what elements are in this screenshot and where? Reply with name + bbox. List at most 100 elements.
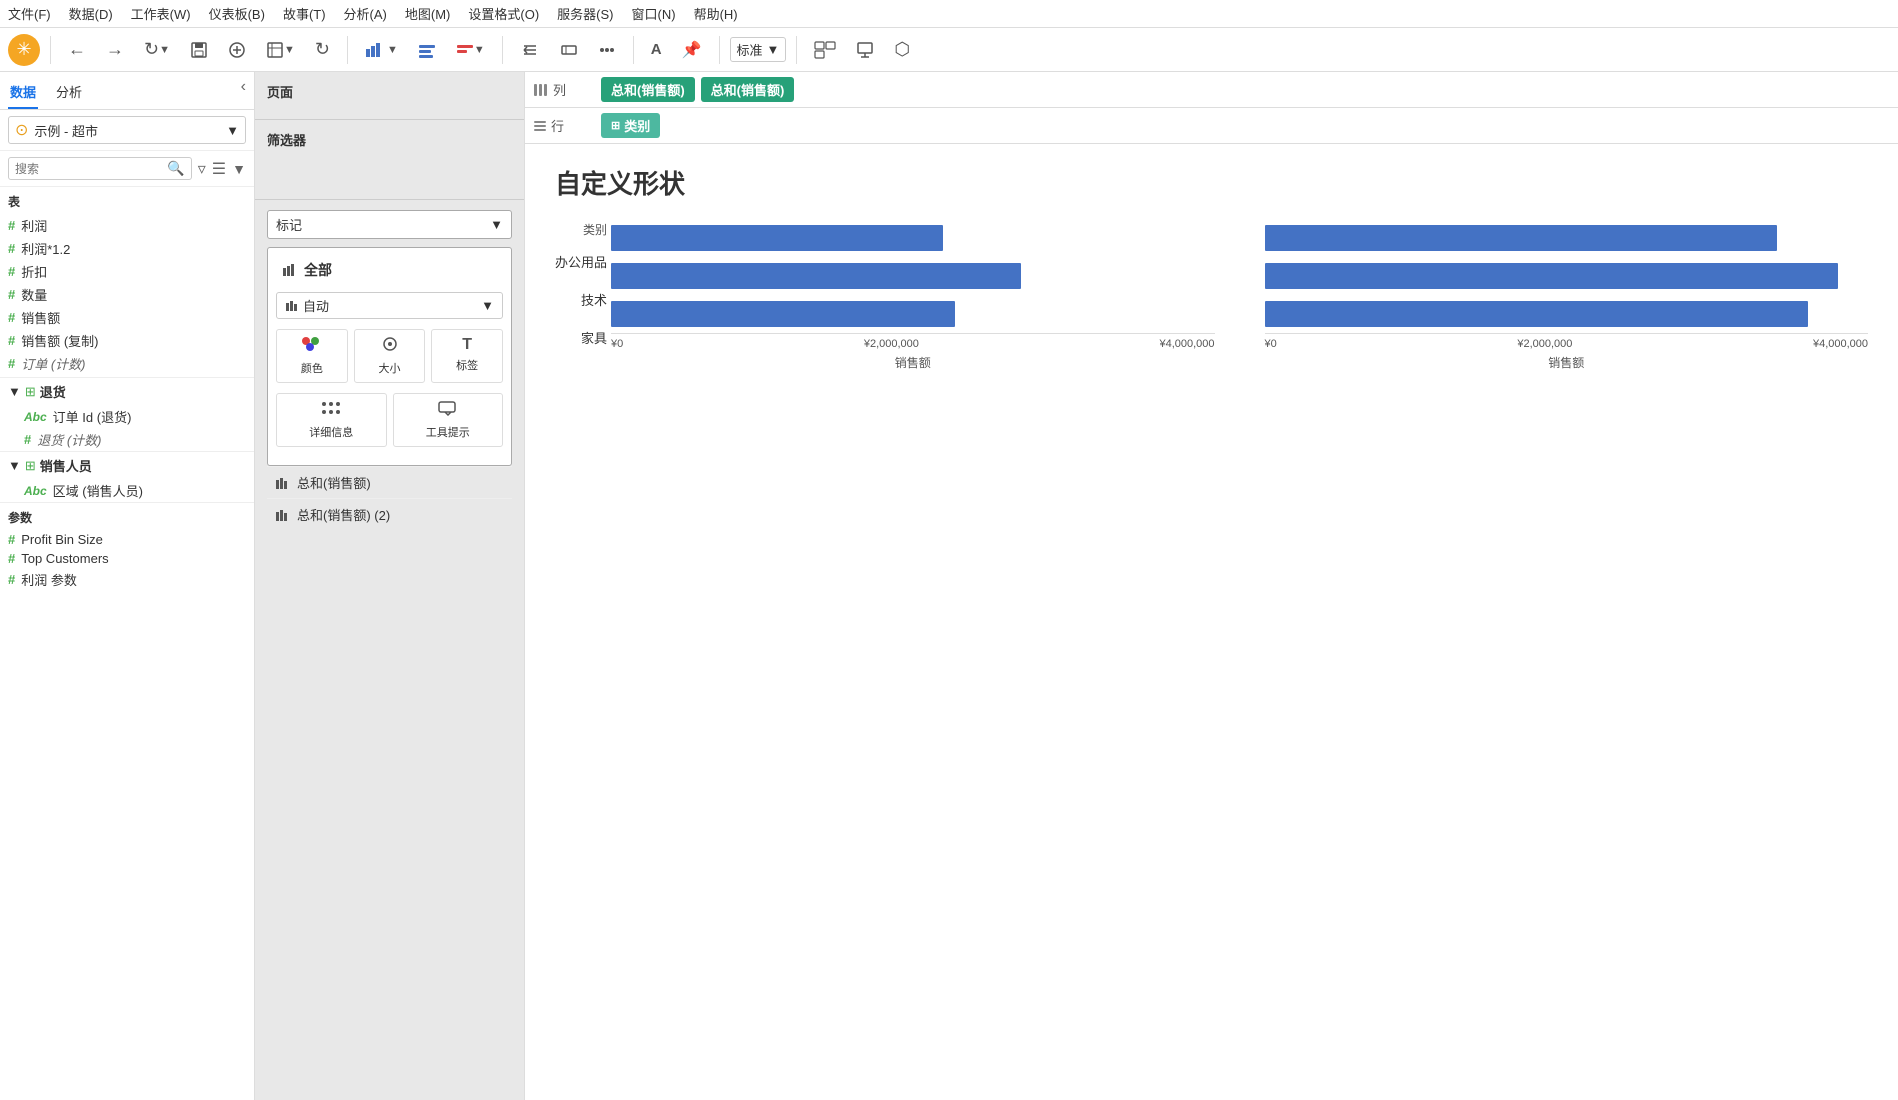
row-icon: [533, 119, 547, 133]
field-label: 折扣: [21, 262, 47, 281]
field-label: 利润: [21, 216, 47, 235]
search-box[interactable]: 🔍: [8, 157, 192, 180]
param-top-customers[interactable]: # Top Customers: [0, 549, 254, 568]
field-type-icon: #: [8, 572, 15, 587]
left-bars: [611, 221, 1215, 333]
group-salespeople: ▼ ⊞ 销售人员 Abc 区域 (销售人员): [0, 451, 254, 502]
marks-buttons-row2: 详细信息 工具提示: [276, 393, 503, 447]
mark-detail-button[interactable]: 详细信息: [276, 393, 387, 447]
sum-bar-icon-2: [275, 507, 291, 523]
refresh-button[interactable]: ↻: [308, 35, 337, 64]
menu-dashboard[interactable]: 仪表板(B): [209, 4, 265, 23]
sheet-button[interactable]: ▼: [259, 37, 302, 63]
mark-color-button[interactable]: 颜色: [276, 329, 348, 383]
left-chart: ¥0 ¥2,000,000 ¥4,000,000 销售额: [611, 221, 1215, 371]
swap-button[interactable]: [513, 37, 547, 63]
marks-buttons-row1: 颜色 大小 T 标签: [276, 329, 503, 383]
field-item-discount[interactable]: # 折扣: [0, 260, 254, 283]
share-button[interactable]: ⬡: [887, 35, 917, 64]
mark-tooltip-button[interactable]: 工具提示: [393, 393, 504, 447]
field-item-sales-copy[interactable]: # 销售额 (复制): [0, 329, 254, 352]
field-item-sales[interactable]: # 销售额: [0, 306, 254, 329]
chart-type2-button[interactable]: ▼: [449, 37, 492, 63]
sum-row-1[interactable]: 总和(销售额): [267, 466, 512, 498]
left-bar-office: [611, 221, 1215, 255]
view-button[interactable]: [807, 37, 843, 63]
right-bar-tech: [1265, 259, 1869, 293]
menu-worksheet[interactable]: 工作表(W): [131, 4, 191, 23]
toolbar-sep-4: [633, 36, 634, 64]
mark-label-button[interactable]: T 标签: [431, 329, 503, 383]
presentation-button[interactable]: [849, 37, 881, 63]
cat-label-furniture: 家具: [555, 320, 607, 354]
pin-button[interactable]: 📌: [675, 36, 709, 64]
menu-format[interactable]: 设置格式(O): [468, 4, 539, 23]
col-pill-1[interactable]: 总和(销售额): [601, 77, 695, 102]
group-returns-header[interactable]: ▼ ⊞ 退货: [0, 378, 254, 405]
right-panel: 列 总和(销售额) 总和(销售额) 行: [525, 72, 1898, 1100]
group-label: 销售人员: [40, 456, 92, 475]
menu-server[interactable]: 服务器(S): [557, 4, 613, 23]
tab-analysis[interactable]: 分析: [54, 78, 84, 109]
standard-dropdown[interactable]: 标准 ▼: [730, 37, 787, 62]
list-view-icon[interactable]: ☰: [212, 159, 226, 179]
undo-button[interactable]: ↻▼: [137, 35, 177, 64]
sum-row-2[interactable]: 总和(销售额) (2): [267, 498, 512, 530]
logo-icon: ✳: [16, 39, 31, 60]
field-label: 订单 (计数): [21, 354, 85, 373]
group-salespeople-header[interactable]: ▼ ⊞ 销售人员: [0, 452, 254, 479]
group-button[interactable]: [591, 37, 623, 63]
sort-icon[interactable]: ▼: [232, 161, 246, 177]
right-x-ticks: ¥0 ¥2,000,000 ¥4,000,000: [1265, 333, 1869, 350]
filter-icon[interactable]: ▿: [198, 159, 206, 179]
datasource-label: 示例 - 超市: [34, 121, 98, 140]
col-pill-1-label: 总和(销售额): [611, 80, 685, 99]
marks-all-row[interactable]: 全部: [276, 256, 503, 284]
bar-furniture-left: [611, 301, 955, 327]
field-item-quantity[interactable]: # 数量: [0, 283, 254, 306]
sum-label-1: 总和(销售额): [297, 473, 371, 492]
save-button[interactable]: [183, 37, 215, 63]
menu-window[interactable]: 窗口(N): [632, 4, 676, 23]
back-button[interactable]: ←: [61, 35, 93, 64]
collapse-button[interactable]: ‹: [241, 78, 246, 109]
field-item-profit-calc[interactable]: # 利润*1.2: [0, 237, 254, 260]
param-profit-param[interactable]: # 利润 参数: [0, 568, 254, 591]
field-item-returns-count[interactable]: # 退货 (计数): [16, 428, 254, 451]
fit-button[interactable]: [553, 37, 585, 63]
text-button[interactable]: A: [644, 37, 669, 62]
row-pill-1[interactable]: ⊞ 类别: [601, 113, 660, 138]
sum-label-2: 总和(销售额) (2): [297, 505, 390, 524]
menu-story[interactable]: 故事(T): [283, 4, 326, 23]
tab-data[interactable]: 数据: [8, 78, 38, 109]
data-source-select[interactable]: ⊙ 示例 - 超市 ▼: [8, 116, 246, 144]
field-type-icon: #: [8, 532, 15, 547]
field-label: 退货 (计数): [37, 430, 101, 449]
show-me-button[interactable]: ▼: [358, 37, 405, 63]
cat-label-tech: 技术: [555, 282, 607, 316]
menu-map[interactable]: 地图(M): [405, 4, 451, 23]
param-profit-bin[interactable]: # Profit Bin Size: [0, 530, 254, 549]
x-tick-r2: ¥4,000,000: [1813, 338, 1868, 350]
menu-help[interactable]: 帮助(H): [694, 4, 738, 23]
mark-size-button[interactable]: 大小: [354, 329, 426, 383]
field-label: 利润*1.2: [21, 239, 70, 258]
field-item-profit[interactable]: # 利润: [0, 214, 254, 237]
field-item-region-sales[interactable]: Abc 区域 (销售人员): [16, 479, 254, 502]
marks-dropdown[interactable]: 标记 ▼: [267, 210, 512, 239]
menu-analysis[interactable]: 分析(A): [344, 4, 387, 23]
search-input[interactable]: [15, 162, 167, 176]
field-item-order-count[interactable]: # 订单 (计数): [0, 352, 254, 375]
search-icon[interactable]: 🔍: [167, 160, 184, 177]
chart-type-button[interactable]: [411, 37, 443, 63]
col-pill-2[interactable]: 总和(销售额): [701, 77, 795, 102]
forward-button[interactable]: →: [99, 35, 131, 64]
y-axis-label: 类别: [583, 221, 607, 238]
menu-data[interactable]: 数据(D): [69, 4, 113, 23]
main-layout: 数据 分析 ‹ ⊙ 示例 - 超市 ▼ 🔍 ▿ ☰ ▼ 表: [0, 72, 1898, 1100]
new-datasource-button[interactable]: [221, 37, 253, 63]
menu-file[interactable]: 文件(F): [8, 4, 51, 23]
left-x-label: 销售额: [611, 354, 1215, 371]
marks-type-dropdown[interactable]: 自动 ▼: [276, 292, 503, 319]
field-item-order-id-returns[interactable]: Abc 订单 Id (退货): [16, 405, 254, 428]
